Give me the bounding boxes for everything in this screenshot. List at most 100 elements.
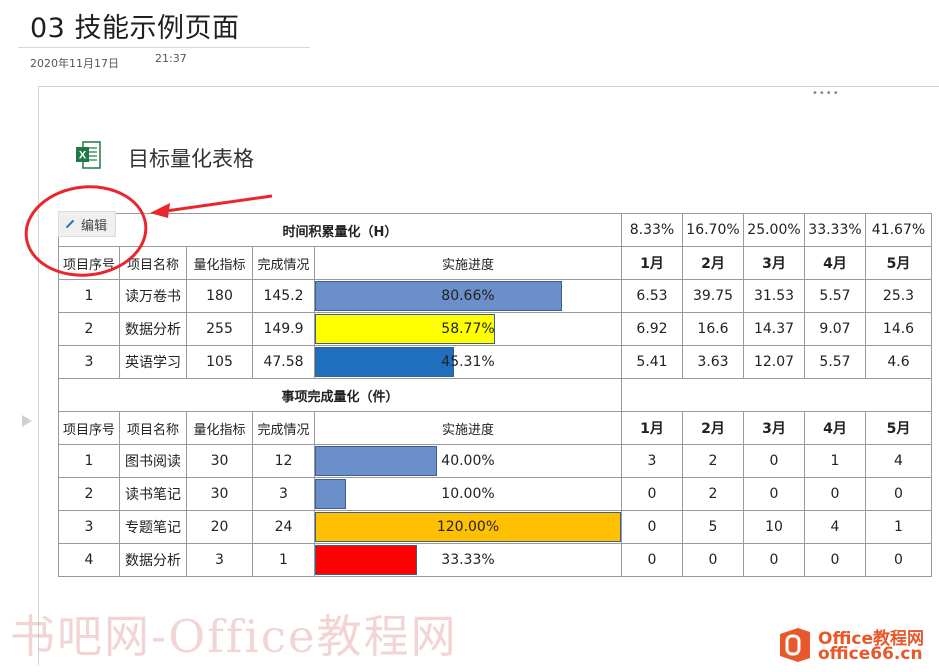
cell-no: 1 xyxy=(58,444,120,478)
cell-month-1: 0 xyxy=(621,510,683,544)
header-month-1: 1月 xyxy=(621,246,683,280)
cell-month-5: 25.3 xyxy=(865,279,932,313)
table-row: 3 专题笔记 20 24 120.00% 0 5 10 4 1 xyxy=(58,510,932,544)
table-row: 2 数据分析 255 149.9 58.77% 6.92 16.6 14.37 … xyxy=(58,312,932,346)
cell-month-3: 10 xyxy=(743,510,805,544)
header-target: 量化指标 xyxy=(186,411,253,445)
embed-title: 目标量化表格 xyxy=(128,147,254,171)
table-row: 1 读万卷书 180 145.2 80.66% 6.53 39.75 31.53… xyxy=(58,279,932,313)
header-month-4: 4月 xyxy=(804,246,866,280)
header-no: 项目序号 xyxy=(58,246,120,280)
cell-month-4: 0 xyxy=(804,477,866,511)
cell-target: 30 xyxy=(186,444,253,478)
progress-label: 58.77% xyxy=(441,321,495,337)
cell-name: 读书笔记 xyxy=(119,477,187,511)
cell-month-2: 39.75 xyxy=(682,279,744,313)
title-divider xyxy=(18,47,310,48)
progress-label: 120.00% xyxy=(436,519,500,535)
month-weight-5: 41.67% xyxy=(865,213,932,247)
progress-cell: 120.00% xyxy=(314,510,622,544)
header-done: 完成情况 xyxy=(252,411,315,445)
table-row: 4 数据分析 3 1 33.33% 0 0 0 0 0 xyxy=(58,543,932,577)
cell-no: 3 xyxy=(58,510,120,544)
progress-label: 33.33% xyxy=(441,552,495,568)
cell-month-2: 5 xyxy=(682,510,744,544)
header-month-2: 2月 xyxy=(682,411,744,445)
cell-no: 3 xyxy=(58,345,120,379)
progress-label: 40.00% xyxy=(441,453,495,469)
cell-month-1: 6.92 xyxy=(621,312,683,346)
cell-no: 4 xyxy=(58,543,120,577)
cell-no: 2 xyxy=(58,312,120,346)
cell-no: 1 xyxy=(58,279,120,313)
cell-month-5: 4 xyxy=(865,444,932,478)
cell-month-2: 16.6 xyxy=(682,312,744,346)
cell-target: 105 xyxy=(186,345,253,379)
cell-month-4: 9.07 xyxy=(804,312,866,346)
progress-label: 45.31% xyxy=(441,354,495,370)
cell-month-3: 0 xyxy=(743,477,805,511)
pencil-icon xyxy=(65,219,75,229)
table-row: 1 图书阅读 30 12 40.00% 3 2 0 1 4 xyxy=(58,444,932,478)
cell-month-1: 0 xyxy=(621,477,683,511)
edit-button[interactable]: 编辑 xyxy=(58,211,116,237)
excel-file-icon: X xyxy=(76,141,101,169)
progress-cell: 58.77% xyxy=(314,312,622,346)
cell-month-5: 14.6 xyxy=(865,312,932,346)
header-name: 项目名称 xyxy=(119,411,187,445)
cell-month-1: 6.53 xyxy=(621,279,683,313)
paragraph-marker-icon[interactable] xyxy=(22,415,32,427)
cell-month-4: 4 xyxy=(804,510,866,544)
cell-name: 数据分析 xyxy=(119,312,187,346)
cell-target: 20 xyxy=(186,510,253,544)
progress-cell: 10.00% xyxy=(314,477,622,511)
cell-month-3: 0 xyxy=(743,444,805,478)
month-weight-1: 8.33% xyxy=(621,213,683,247)
month-weight-4: 33.33% xyxy=(804,213,866,247)
cell-month-1: 5.41 xyxy=(621,345,683,379)
cell-name: 图书阅读 xyxy=(119,444,187,478)
table-row: 2 读书笔记 30 3 10.00% 0 2 0 0 0 xyxy=(58,477,932,511)
cell-month-5: 0 xyxy=(865,477,932,511)
drag-grip-icon[interactable]: •••• xyxy=(812,88,840,99)
header-month-1: 1月 xyxy=(621,411,683,445)
cell-month-5: 1 xyxy=(865,510,932,544)
progress-label: 10.00% xyxy=(441,486,495,502)
cell-target: 30 xyxy=(186,477,253,511)
empty-cell xyxy=(621,378,932,412)
cell-month-5: 0 xyxy=(865,543,932,577)
cell-name: 读万卷书 xyxy=(119,279,187,313)
cell-target: 180 xyxy=(186,279,253,313)
cell-done: 1 xyxy=(252,543,315,577)
cell-done: 47.58 xyxy=(252,345,315,379)
site-logo: Office教程网 office66.cn xyxy=(778,622,938,668)
cell-month-5: 4.6 xyxy=(865,345,932,379)
section-title-time: 时间积累量化（H） xyxy=(58,213,622,247)
cell-month-3: 0 xyxy=(743,543,805,577)
header-month-2: 2月 xyxy=(682,246,744,280)
cell-month-2: 0 xyxy=(682,543,744,577)
header-done: 完成情况 xyxy=(252,246,315,280)
cell-month-4: 5.57 xyxy=(804,345,866,379)
page-time: 21:37 xyxy=(155,52,187,65)
header-target: 量化指标 xyxy=(186,246,253,280)
edit-button-label: 编辑 xyxy=(81,218,108,234)
header-month-3: 3月 xyxy=(743,411,805,445)
header-no: 项目序号 xyxy=(58,411,120,445)
progress-cell: 40.00% xyxy=(314,444,622,478)
cell-month-4: 0 xyxy=(804,543,866,577)
cell-month-3: 12.07 xyxy=(743,345,805,379)
header-month-4: 4月 xyxy=(804,411,866,445)
progress-label: 80.66% xyxy=(441,288,495,304)
cell-name: 英语学习 xyxy=(119,345,187,379)
progress-cell: 33.33% xyxy=(314,543,622,577)
header-name: 项目名称 xyxy=(119,246,187,280)
cell-target: 3 xyxy=(186,543,253,577)
header-progress: 实施进度 xyxy=(314,411,622,445)
cell-done: 24 xyxy=(252,510,315,544)
table-row: 3 英语学习 105 47.58 45.31% 5.41 3.63 12.07 … xyxy=(58,345,932,379)
cell-month-4: 1 xyxy=(804,444,866,478)
cell-month-3: 14.37 xyxy=(743,312,805,346)
cell-done: 3 xyxy=(252,477,315,511)
progress-cell: 80.66% xyxy=(314,279,622,313)
